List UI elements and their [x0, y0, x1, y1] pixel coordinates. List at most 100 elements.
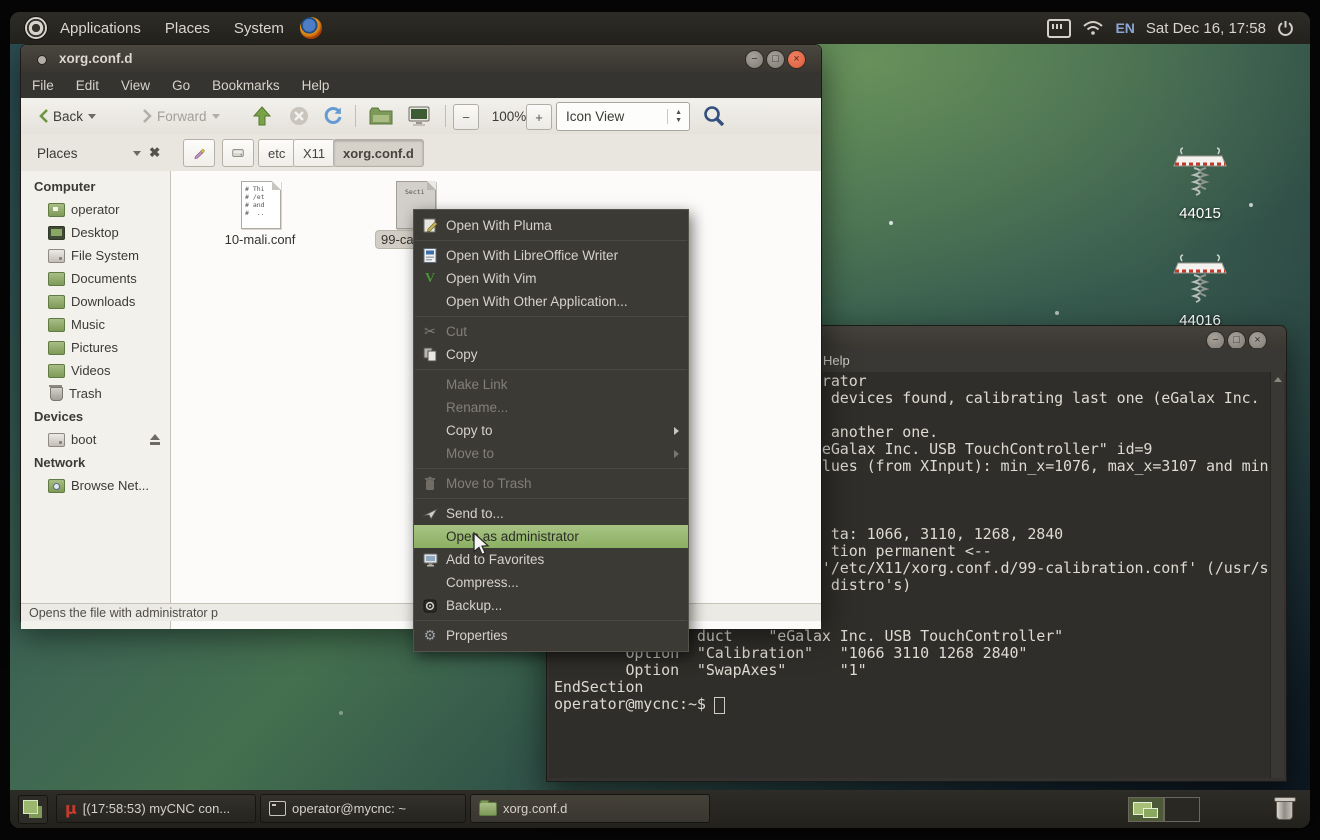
menu-help[interactable]: Help — [291, 72, 341, 98]
wifi-icon[interactable] — [1082, 20, 1104, 36]
search-button[interactable] — [697, 102, 731, 130]
file-label-10-mali[interactable]: 10-mali.conf — [220, 231, 301, 248]
sidebar-item-browse-network[interactable]: Browse Net... — [21, 474, 170, 497]
menu-item-open-with-vim[interactable]: V Open With Vim — [414, 267, 688, 290]
back-chevron-icon — [39, 109, 48, 123]
menu-edit[interactable]: Edit — [65, 72, 110, 98]
menu-item-copy-to[interactable]: Copy to — [414, 419, 688, 442]
menu-separator — [415, 498, 687, 499]
folder-icon — [48, 318, 65, 332]
menu-places[interactable]: Places — [153, 12, 222, 44]
forward-button[interactable]: Forward — [137, 102, 226, 130]
home-folder-icon — [369, 106, 393, 126]
menu-item-open-with-other[interactable]: Open With Other Application... — [414, 290, 688, 313]
back-button[interactable]: Back — [33, 102, 102, 130]
no-icon — [422, 575, 438, 591]
root-crumb-button[interactable] — [222, 139, 254, 167]
sidebar-item-trash[interactable]: Trash — [21, 382, 170, 405]
fm-titlebar[interactable]: xorg.conf.d − □ × — [21, 45, 821, 72]
language-indicator[interactable]: EN — [1115, 20, 1134, 36]
clock[interactable]: Sat Dec 16, 17:58 — [1146, 20, 1266, 37]
taskbar-item-mycnc[interactable]: µ [(17:58:53) myCNC con... — [56, 794, 256, 823]
sidebar-item-videos[interactable]: Videos — [21, 359, 170, 382]
up-button[interactable] — [247, 102, 277, 130]
minimize-icon[interactable]: − — [745, 50, 764, 69]
desktop-icon-44016[interactable]: 44016 — [1158, 253, 1242, 329]
close-sidebar-button[interactable]: ✖ — [143, 139, 166, 167]
view-mode-select[interactable]: Icon View ▲▼ — [556, 102, 690, 131]
menu-item-cut[interactable]: ✂ Cut — [414, 320, 688, 343]
menu-item-compress[interactable]: Compress... — [414, 571, 688, 594]
spinner-icons[interactable]: ▲▼ — [667, 109, 689, 124]
menu-item-rename[interactable]: Rename... — [414, 396, 688, 419]
terminal-cursor — [714, 697, 725, 714]
fm-location-bar: Places ✖ etc X11 xorg.conf.d — [21, 134, 821, 172]
send-to-icon — [422, 506, 438, 522]
gear-icon: ⚙ — [422, 628, 438, 644]
breadcrumb-etc[interactable]: etc — [258, 139, 295, 167]
desktop-icon-44015[interactable]: 44015 — [1158, 146, 1242, 222]
taskbar-item-terminal[interactable]: operator@mycnc: ~ — [260, 794, 466, 823]
eject-icon[interactable] — [149, 434, 161, 445]
network-folder-icon — [48, 479, 65, 493]
taskbar-item-xorg-conf-d[interactable]: xorg.conf.d — [470, 794, 710, 823]
show-desktop-button[interactable] — [18, 795, 48, 824]
sidebar-item-music[interactable]: Music — [21, 313, 170, 336]
sidebar-item-pictures[interactable]: Pictures — [21, 336, 170, 359]
computer-button[interactable] — [401, 102, 437, 130]
zoom-out-button[interactable]: − — [453, 104, 479, 130]
status-text: Opens the file with administrator p — [29, 606, 218, 620]
menu-go[interactable]: Go — [161, 72, 201, 98]
refresh-button[interactable] — [317, 102, 349, 130]
no-icon — [422, 400, 438, 416]
menu-item-copy[interactable]: Copy — [414, 343, 688, 366]
menu-item-send-to[interactable]: Send to... — [414, 502, 688, 525]
sidebar-item-operator[interactable]: operator — [21, 198, 170, 221]
edit-location-button[interactable] — [183, 139, 215, 167]
zoom-in-button[interactable]: + — [526, 104, 552, 130]
fm-places-sidebar: Computer operator Desktop File System Do… — [21, 171, 171, 629]
places-select[interactable]: Places — [31, 139, 147, 167]
menu-item-properties[interactable]: ⚙ Properties — [414, 624, 688, 647]
menu-item-add-to-favorites[interactable]: Add to Favorites — [414, 548, 688, 571]
sidebar-item-downloads[interactable]: Downloads — [21, 290, 170, 313]
close-sidebar-icon: ✖ — [149, 145, 160, 161]
menu-item-move-to[interactable]: Move to — [414, 442, 688, 465]
breadcrumb-x11[interactable]: X11 — [293, 139, 335, 167]
back-dropdown-icon[interactable] — [88, 114, 96, 119]
close-icon[interactable]: × — [787, 50, 806, 69]
workspace-2[interactable] — [1164, 797, 1200, 822]
cut-icon: ✂ — [422, 324, 438, 340]
stop-button[interactable] — [283, 102, 315, 130]
sidebar-item-file-system[interactable]: File System — [21, 244, 170, 267]
menu-item-backup[interactable]: Backup... — [414, 594, 688, 617]
libreoffice-writer-icon — [422, 248, 438, 264]
terminal-scrollbar[interactable] — [1270, 372, 1284, 778]
menu-file[interactable]: File — [21, 72, 65, 98]
menu-item-move-to-trash[interactable]: Move to Trash — [414, 472, 688, 495]
menu-applications[interactable]: Applications — [48, 12, 153, 44]
power-icon[interactable] — [1277, 20, 1294, 37]
menu-bookmarks[interactable]: Bookmarks — [201, 72, 291, 98]
workspace-1[interactable] — [1128, 797, 1164, 822]
maximize-icon[interactable]: □ — [766, 50, 785, 69]
sidebar-item-desktop[interactable]: Desktop — [21, 221, 170, 244]
trash-applet-icon[interactable] — [1274, 795, 1294, 821]
menu-item-make-link[interactable]: Make Link — [414, 373, 688, 396]
keyboard-indicator-icon[interactable] — [1047, 19, 1071, 38]
menu-item-open-with-writer[interactable]: Open With LibreOffice Writer — [414, 244, 688, 267]
sidebar-item-boot[interactable]: boot — [21, 428, 170, 451]
distro-logo-icon[interactable] — [24, 16, 48, 40]
menu-item-open-as-administrator[interactable]: Open as administrator — [414, 525, 688, 548]
mouse-cursor — [470, 532, 492, 558]
drive-icon — [232, 146, 244, 160]
vim-icon: V — [422, 271, 438, 287]
breadcrumb-xorg-conf-d[interactable]: xorg.conf.d — [333, 139, 424, 167]
sidebar-item-documents[interactable]: Documents — [21, 267, 170, 290]
file-icon-10-mali[interactable]: # Thi # /et # and # .. — [241, 181, 281, 229]
menu-system[interactable]: System — [222, 12, 296, 44]
menu-item-open-with-pluma[interactable]: Open With Pluma — [414, 214, 688, 237]
home-button[interactable] — [363, 102, 399, 130]
menu-view[interactable]: View — [110, 72, 161, 98]
firefox-icon[interactable] — [300, 17, 322, 39]
